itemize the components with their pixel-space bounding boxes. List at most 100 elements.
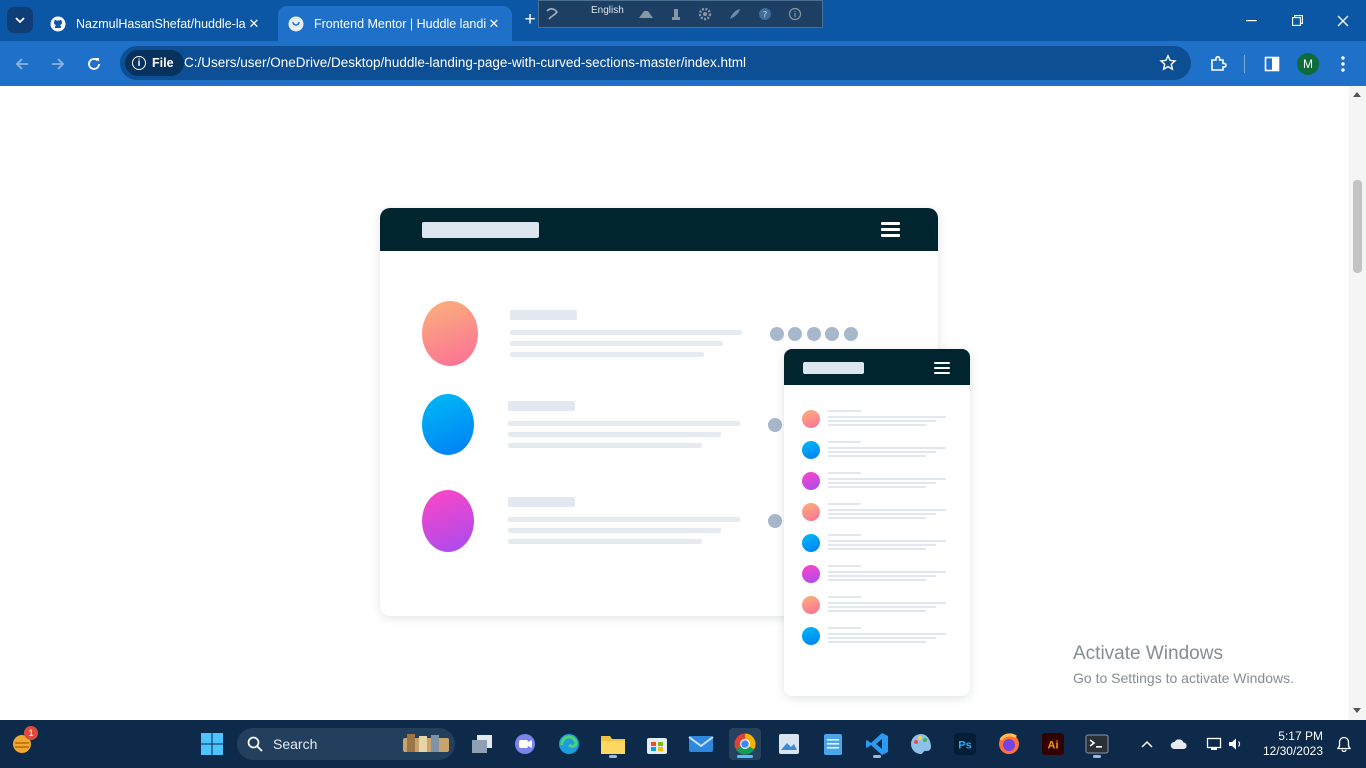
info-icon: i — [132, 56, 146, 70]
avatar-placeholder — [802, 441, 820, 459]
chevron-down-icon — [15, 17, 25, 24]
title-placeholder — [510, 310, 577, 320]
close-tab-icon[interactable]: ✕ — [486, 16, 502, 32]
info-icon[interactable] — [788, 6, 802, 22]
taskbar-microsoft-store[interactable] — [641, 728, 673, 760]
taskbar-terminal[interactable] — [1081, 728, 1113, 760]
widget-badge: 1 — [24, 726, 38, 740]
taskbar-paint[interactable] — [905, 728, 937, 760]
help-icon[interactable]: ? — [758, 6, 772, 22]
clock-date: 12/30/2023 — [1262, 744, 1323, 758]
url-text[interactable]: C:/Users/user/OneDrive/Desktop/huddle-la… — [184, 55, 746, 70]
running-indicator — [873, 755, 881, 758]
reaction-dot — [768, 514, 782, 528]
quick-settings-button[interactable] — [1196, 728, 1254, 760]
taskbar-search-box[interactable]: Search — [237, 728, 455, 760]
text-placeholder — [828, 482, 936, 484]
back-button[interactable] — [9, 51, 35, 77]
language-label[interactable]: English — [591, 5, 624, 16]
side-panel-button[interactable] — [1259, 51, 1285, 77]
show-hidden-icons-button[interactable] — [1132, 728, 1162, 760]
reload-button[interactable] — [81, 51, 107, 77]
handwriting-icon[interactable] — [638, 6, 654, 22]
notifications-button[interactable] — [1330, 728, 1358, 760]
pen-icon[interactable] — [728, 6, 742, 22]
close-window-button[interactable] — [1320, 0, 1366, 41]
profile-button[interactable]: M — [1295, 51, 1321, 77]
taskbar-chrome[interactable] — [729, 728, 761, 760]
svg-text:Ai: Ai — [1048, 740, 1059, 752]
reaction-dot — [807, 327, 821, 341]
close-tab-icon[interactable]: ✕ — [246, 16, 262, 32]
mockup-logo-placeholder — [803, 362, 864, 374]
text-placeholder — [510, 330, 742, 335]
mobile-mockup-illustration — [784, 349, 970, 696]
site-info-chip[interactable]: i File — [125, 50, 184, 76]
taskbar-meet[interactable] — [509, 728, 541, 760]
mockup-header — [784, 349, 970, 385]
scroll-thumb[interactable] — [1353, 180, 1362, 273]
text-placeholder — [828, 606, 936, 608]
tab-github[interactable]: NazmulHasanShefat/huddle-landing ✕ — [40, 6, 272, 41]
text-placeholder — [828, 509, 946, 511]
paint-palette-icon — [911, 734, 931, 754]
vertical-scrollbar[interactable] — [1349, 86, 1366, 720]
minimize-icon — [1245, 19, 1257, 21]
github-icon — [50, 16, 66, 31]
text-placeholder — [828, 637, 936, 639]
text-placeholder — [828, 420, 936, 422]
arrow-right-icon — [52, 58, 65, 70]
taskbar-vscode[interactable] — [861, 728, 893, 760]
extensions-button[interactable] — [1205, 51, 1231, 77]
tab-frontend-mentor[interactable]: Frontend Mentor | Huddle landing ✕ — [278, 6, 512, 41]
taskbar-notepad[interactable] — [817, 728, 849, 760]
mobile-list-row — [802, 409, 952, 429]
new-tab-button[interactable]: + — [520, 9, 540, 31]
store-icon — [647, 738, 667, 754]
active-indicator — [737, 755, 753, 758]
text-placeholder — [828, 478, 946, 480]
text-placeholder — [508, 443, 702, 448]
taskbar-illustrator[interactable]: Ai — [1037, 728, 1069, 760]
text-placeholder — [828, 610, 926, 612]
mobile-list-row — [802, 564, 952, 584]
widgets-button[interactable]: 1 — [6, 726, 38, 760]
bookmark-star-icon[interactable] — [1159, 54, 1177, 72]
taskbar-edge[interactable] — [553, 728, 585, 760]
gear-icon[interactable] — [698, 6, 712, 22]
terminal-icon — [1085, 734, 1109, 754]
taskbar-task-view[interactable] — [466, 728, 498, 760]
forward-button[interactable] — [45, 51, 71, 77]
taskbar-photoshop[interactable]: Ps — [949, 728, 981, 760]
menu-button[interactable] — [1330, 51, 1356, 77]
avatar-placeholder-blue — [422, 394, 474, 455]
taskbar-firefox[interactable] — [993, 728, 1025, 760]
text-placeholder — [828, 641, 926, 643]
taskbar-mail[interactable] — [685, 728, 717, 760]
ime-icon[interactable] — [545, 6, 559, 22]
tab-search-button[interactable] — [7, 7, 33, 33]
text-placeholder — [508, 517, 740, 522]
search-highlight-icon — [403, 734, 449, 752]
toolbar-divider — [1244, 55, 1245, 73]
chess-icon[interactable] — [670, 6, 682, 22]
text-placeholder — [828, 540, 946, 542]
mobile-list-row — [802, 440, 952, 460]
restore-button[interactable] — [1274, 0, 1320, 41]
start-button[interactable] — [196, 728, 228, 760]
avatar-placeholder — [802, 565, 820, 583]
video-chat-icon — [515, 734, 535, 754]
scroll-down-arrow[interactable] — [1353, 708, 1361, 713]
text-placeholder — [508, 539, 702, 544]
mockup-logo-placeholder — [422, 222, 539, 238]
text-placeholder — [828, 548, 926, 550]
taskbar-file-explorer[interactable] — [597, 728, 629, 760]
system-clock[interactable]: 5:17 PM 12/30/2023 — [1263, 729, 1323, 759]
onedrive-tray-button[interactable] — [1164, 728, 1194, 760]
minimize-button[interactable] — [1228, 0, 1274, 41]
text-placeholder — [828, 472, 861, 474]
taskbar-photos[interactable] — [773, 728, 805, 760]
scheme-label: File — [152, 56, 174, 70]
scroll-up-arrow[interactable] — [1353, 92, 1361, 97]
address-bar[interactable]: i File C:/Users/user/OneDrive/Desktop/hu… — [120, 46, 1191, 80]
